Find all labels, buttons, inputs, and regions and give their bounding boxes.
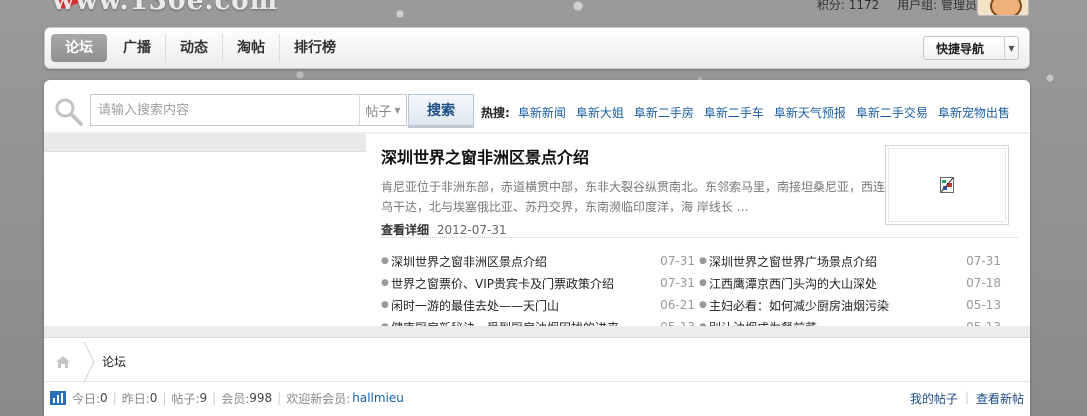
new-posts-link[interactable]: 查看新帖: [976, 390, 1024, 407]
view-details-link[interactable]: 查看详细: [381, 223, 429, 237]
today-label: 今日:: [72, 391, 101, 406]
featured-article-meta: 查看详细 2012-07-31: [381, 221, 881, 238]
hot-search-term[interactable]: 阜新宠物出售: [938, 104, 1010, 121]
breadcrumb-current[interactable]: 论坛: [102, 353, 126, 370]
search-row: 帖子 ▼ 搜索 热搜: 阜新新闻 阜新大姐 阜新二手房 阜新二手车 阜新天气预报…: [44, 80, 1030, 132]
search-input[interactable]: [91, 95, 383, 125]
featured-article-date: 2012-07-31: [436, 223, 507, 237]
list-item: ● 深圳世界之窗世界广场景点介绍 07-31: [699, 253, 1001, 270]
nav-item-activity[interactable]: 动态: [166, 34, 223, 62]
list-item: ● 深圳世界之窗非洲区景点介绍 07-31: [381, 253, 695, 270]
news-title[interactable]: 深圳世界之窗世界广场景点介绍: [709, 253, 965, 270]
featured-thumbnail[interactable]: [885, 145, 1009, 225]
separator: |: [162, 391, 167, 405]
home-icon[interactable]: [44, 355, 82, 369]
list-item: ● 江西鹰潭京西门头沟的大山深处 07-18: [699, 275, 1001, 292]
hot-searches-label: 热搜:: [481, 106, 510, 120]
left-panel-header: [44, 134, 366, 152]
members-count: 998: [249, 391, 273, 405]
list-item: ● 主妇必看：如何减少厨房油烟污染 05-13: [699, 297, 1001, 314]
nav-item-forum[interactable]: 论坛: [51, 34, 107, 62]
user-points: 积分: 1172: [816, 0, 880, 12]
broken-image-icon: [888, 148, 1006, 222]
news-title[interactable]: 闲时一游的最佳去处——天门山: [391, 297, 649, 314]
site-logo[interactable]: www.130e.com: [52, 0, 278, 16]
news-title[interactable]: 深圳世界之窗非洲区景点介绍: [391, 253, 649, 270]
list-item: ● 闲时一游的最佳去处——天门山 06-21: [381, 297, 695, 314]
search-button[interactable]: 搜索: [408, 94, 474, 126]
new-member-link[interactable]: hallmieu: [352, 391, 404, 405]
hot-search-term[interactable]: 阜新新闻: [518, 104, 566, 121]
nav-item-collections[interactable]: 淘帖: [223, 34, 280, 62]
separator: |: [212, 391, 217, 405]
quick-nav-button[interactable]: 快捷导航 ▼: [923, 36, 1019, 60]
news-title[interactable]: 江西鹰潭京西门头沟的大山深处: [709, 275, 965, 292]
news-date: 05-13: [966, 298, 1001, 312]
members-label: 会员:: [221, 391, 250, 406]
search-scope-select[interactable]: 帖子 ▼: [359, 94, 407, 126]
search-scope-label: 帖子: [365, 104, 392, 120]
my-posts-link[interactable]: 我的帖子: [910, 390, 958, 407]
chevron-down-icon: ▼: [394, 105, 401, 115]
hot-searches: 热搜: 阜新新闻 阜新大姐 阜新二手房 阜新二手车 阜新天气预报 阜新二手交易 …: [481, 104, 1020, 121]
main-panel: 帖子 ▼ 搜索 热搜: 阜新新闻 阜新大姐 阜新二手房 阜新二手车 阜新天气预报…: [44, 80, 1030, 416]
bullet-icon: ●: [381, 300, 389, 310]
forum-stats: 今日: 0 | 昨日: 0 | 帖子: 9 | 会员: 998 | 欢迎新会员:…: [50, 388, 1024, 408]
today-count: 0: [100, 391, 108, 405]
bullet-icon: ●: [699, 278, 707, 288]
posts-label: 帖子:: [171, 391, 200, 406]
news-date: 07-18: [966, 276, 1001, 290]
section-divider: [44, 326, 1030, 338]
hot-search-term[interactable]: 阜新二手房: [634, 104, 694, 121]
bullet-icon: ●: [699, 256, 707, 266]
news-title[interactable]: 世界之窗票价、VIP贵宾卡及门票政策介绍: [391, 275, 649, 292]
hot-search-term[interactable]: 阜新大姐: [576, 104, 624, 121]
news-date: 07-31: [660, 276, 695, 290]
news-list: ● 深圳世界之窗非洲区景点介绍 07-31 ● 深圳世界之窗世界广场景点介绍 0…: [381, 250, 1001, 338]
quick-nav-label: 快捷导航: [936, 41, 985, 56]
breadcrumb: 论坛: [44, 341, 1030, 382]
nav-item-rankings[interactable]: 排行榜: [280, 34, 350, 62]
featured-article: 深圳世界之窗非洲区景点介绍 肯尼亚位于非洲东部，赤道横贯中部，东非大裂谷纵贯南北…: [381, 144, 885, 238]
hot-search-term[interactable]: 阜新二手车: [704, 104, 764, 121]
bullet-icon: ●: [699, 300, 707, 310]
news-date: 06-21: [660, 298, 695, 312]
separator: |: [964, 389, 969, 404]
posts-count: 9: [199, 391, 208, 405]
news-row: ● 深圳世界之窗非洲区景点介绍 07-31 ● 深圳世界之窗世界广场景点介绍 0…: [381, 250, 1001, 272]
stats-chart-icon: [50, 391, 66, 405]
news-title[interactable]: 主妇必看：如何减少厨房油烟污染: [709, 297, 965, 314]
stats-links: 我的帖子 | 查看新帖: [910, 390, 1024, 407]
main-nav-bar: 论坛 广播 动态 淘帖 排行榜 快捷导航 ▼: [44, 27, 1030, 69]
nav-items: 论坛 广播 动态 淘帖 排行榜: [51, 34, 350, 62]
news-date: 07-31: [660, 254, 695, 268]
chevron-down-icon: ▼: [1004, 37, 1018, 59]
news-date: 07-31: [966, 254, 1001, 268]
user-meta: 积分: 1172 用户组: 管理员: [803, 0, 977, 13]
search-field: [90, 94, 402, 126]
dotted-divider: [381, 237, 1017, 238]
yesterday-label: 昨日:: [121, 391, 150, 406]
news-row: ● 世界之窗票价、VIP贵宾卡及门票政策介绍 07-31 ● 江西鹰潭京西门头沟…: [381, 272, 1001, 294]
news-row: ● 闲时一游的最佳去处——天门山 06-21 ● 主妇必看：如何减少厨房油烟污染…: [381, 294, 1001, 316]
user-group: 用户组: 管理员: [897, 0, 977, 12]
featured-article-title[interactable]: 深圳世界之窗非洲区景点介绍: [381, 144, 881, 168]
bullet-icon: ●: [381, 278, 389, 288]
search-icon: [54, 97, 84, 127]
hot-search-term[interactable]: 阜新二手交易: [856, 104, 928, 121]
featured-article-summary: 肯尼亚位于非洲东部，赤道横贯中部，东非大裂谷纵贯南北。东邻索马里，南接坦桑尼亚，…: [381, 180, 886, 214]
bullet-icon: ●: [381, 256, 389, 266]
welcome-label: 欢迎新会员:: [286, 391, 351, 406]
chevron-right-icon: [82, 341, 100, 382]
nav-item-broadcast[interactable]: 广播: [109, 34, 166, 62]
separator: |: [112, 391, 117, 405]
yesterday-count: 0: [149, 391, 158, 405]
list-item: ● 世界之窗票价、VIP贵宾卡及门票政策介绍 07-31: [381, 275, 695, 292]
left-panel-body: [44, 152, 366, 326]
hot-search-term[interactable]: 阜新天气预报: [774, 104, 846, 121]
separator: |: [277, 391, 282, 405]
avatar[interactable]: [977, 0, 1029, 16]
